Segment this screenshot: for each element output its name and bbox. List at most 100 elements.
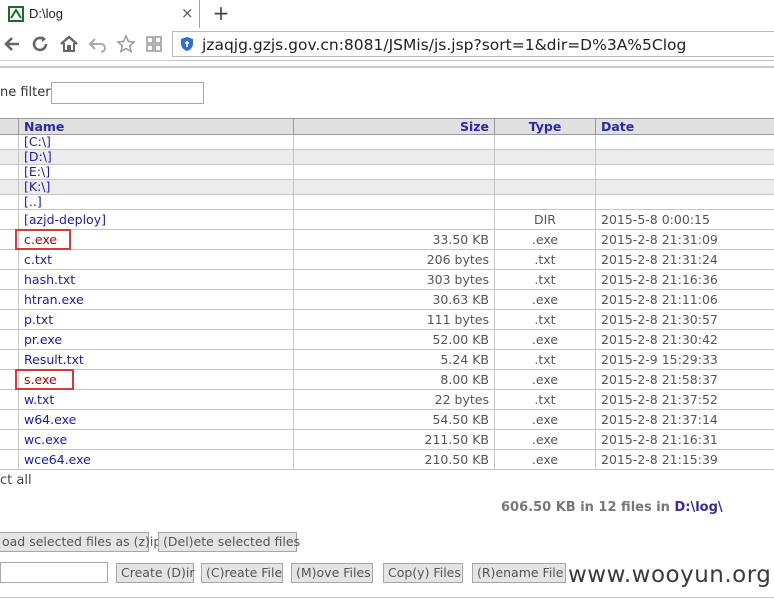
file-type: .txt (494, 309, 596, 330)
file-name-link[interactable]: w.txt (24, 392, 54, 407)
drive-link-e[interactable]: [E:\] (24, 166, 50, 179)
file-date: 2015-2-8 21:15:39 (595, 449, 774, 470)
drive-row: [D:\] (0, 149, 774, 165)
drive-row: [C:\] (0, 134, 774, 150)
file-date: 2015-2-8 21:16:36 (595, 269, 774, 290)
file-size: 211.50 KB (293, 429, 495, 450)
bottom-rule (0, 597, 774, 598)
file-date: 2015-2-8 21:58:37 (595, 369, 774, 390)
download-zip-button[interactable]: oad selected files as (z)ip (0, 532, 161, 552)
file-type: .exe (494, 449, 596, 470)
drive-link-d[interactable]: [D:\] (24, 151, 52, 164)
table-row: s.exe 8.00 KB .exe 2015-2-8 21:58:37 (0, 369, 774, 390)
file-name-link[interactable]: hash.txt (24, 272, 75, 287)
apps-grid-icon[interactable] (143, 33, 165, 55)
parent-dir-link[interactable]: [..] (24, 196, 42, 209)
size-column-header[interactable]: Size (293, 118, 495, 135)
home-icon[interactable] (58, 33, 80, 55)
drive-link-k[interactable]: [K:\] (24, 181, 50, 194)
table-row: hash.txt 303 bytes .txt 2015-2-8 21:16:36 (0, 269, 774, 290)
file-size: 22 bytes (293, 389, 495, 410)
file-manager-favicon-icon (8, 6, 24, 22)
file-size: 303 bytes (293, 269, 495, 290)
file-date: 2015-2-8 21:11:06 (595, 289, 774, 310)
drive-row: [K:\] (0, 179, 774, 195)
address-bar[interactable]: jzaqjg.gzjs.gov.cn:8081/JSMis/js.jsp?sor… (172, 31, 774, 57)
file-date: 2015-2-9 15:29:33 (595, 349, 774, 370)
copy-files-button[interactable]: Cop(y) Files (383, 563, 463, 583)
undo-icon[interactable] (87, 33, 109, 55)
move-files-button[interactable]: (M)ove Files (291, 563, 373, 583)
file-date: 2015-2-8 21:37:52 (595, 389, 774, 410)
file-size: 210.50 KB (293, 449, 495, 470)
file-size: 5.24 KB (293, 349, 495, 370)
file-size: 52.00 KB (293, 329, 495, 350)
file-date: 2015-2-8 21:30:42 (595, 329, 774, 350)
file-date: 2015-2-8 21:30:57 (595, 309, 774, 330)
file-date: 2015-2-8 21:31:09 (595, 229, 774, 250)
file-name-link[interactable]: p.txt (24, 312, 53, 327)
highlight-box-s-exe (15, 369, 74, 390)
file-type: .txt (494, 249, 596, 270)
file-type: .exe (494, 329, 596, 350)
browser-toolbar: jzaqjg.gzjs.gov.cn:8081/JSMis/js.jsp?sor… (0, 28, 774, 61)
drive-row: [..] (0, 194, 774, 210)
type-column-header[interactable]: Type (494, 118, 596, 135)
file-type: DIR (494, 209, 596, 230)
table-row: c.exe 33.50 KB .exe 2015-2-8 21:31:09 (0, 229, 774, 250)
filter-input[interactable] (51, 82, 204, 104)
delete-files-button[interactable]: (Del)ete selected files (158, 532, 300, 552)
table-row: wc.exe 211.50 KB .exe 2015-2-8 21:16:31 (0, 429, 774, 450)
browser-tab[interactable]: D:\log × (0, 0, 200, 28)
file-name-link[interactable]: pr.exe (24, 332, 62, 347)
file-size: 33.50 KB (293, 229, 495, 250)
select-column-header (0, 118, 19, 135)
create-dir-button[interactable]: Create (D)ir (116, 563, 195, 583)
star-bookmark-icon[interactable] (115, 33, 137, 55)
table-row: w.txt 22 bytes .txt 2015-2-8 21:37:52 (0, 389, 774, 410)
file-type: .exe (494, 429, 596, 450)
back-arrow-icon[interactable] (1, 33, 23, 55)
table-row: c.txt 206 bytes .txt 2015-2-8 21:31:24 (0, 249, 774, 270)
file-size: 8.00 KB (293, 369, 495, 390)
table-row: Result.txt 5.24 KB .txt 2015-2-9 15:29:33 (0, 349, 774, 370)
select-all-link[interactable]: ct all (0, 473, 32, 488)
rename-file-button[interactable]: (R)ename File (472, 563, 566, 583)
directory-summary: 606.50 KB in 12 files in D:\log\ (501, 500, 723, 515)
tab-title: D:\log (29, 6, 63, 21)
new-tab-button[interactable]: + (206, 3, 236, 25)
file-type: .exe (494, 409, 596, 430)
file-date: 2015-2-8 21:37:14 (595, 409, 774, 430)
tab-close-icon[interactable]: × (181, 4, 194, 22)
file-name-link[interactable]: w64.exe (24, 412, 76, 427)
highlight-box-c-exe (15, 229, 71, 250)
file-name-link[interactable]: wc.exe (24, 432, 67, 447)
create-file-button[interactable]: (C)reate File (201, 563, 283, 583)
table-row: htran.exe 30.63 KB .exe 2015-2-8 21:11:06 (0, 289, 774, 310)
name-input[interactable] (0, 562, 108, 583)
page-divider (0, 66, 774, 68)
file-size (293, 209, 495, 230)
date-column-header[interactable]: Date (595, 118, 774, 135)
drive-row: [E:\] (0, 164, 774, 180)
file-size: 111 bytes (293, 309, 495, 330)
file-table: Name Size Type Date [C:\] [D:\] [E:\] [K… (0, 118, 774, 470)
table-row: pr.exe 52.00 KB .exe 2015-2-8 21:30:42 (0, 329, 774, 350)
file-type: .exe (494, 369, 596, 390)
file-size: 54.50 KB (293, 409, 495, 430)
summary-text: 606.50 KB in 12 files in (501, 500, 675, 515)
file-name-link[interactable]: c.txt (24, 252, 52, 267)
file-name-link[interactable]: [azjd-deploy] (24, 212, 106, 227)
file-name-link[interactable]: wce64.exe (24, 452, 91, 467)
file-type: .txt (494, 389, 596, 410)
summary-dir: D:\log\ (674, 500, 723, 515)
reload-icon[interactable] (29, 33, 51, 55)
file-date: 2015-2-8 21:16:31 (595, 429, 774, 450)
name-column-header[interactable]: Name (18, 118, 294, 135)
file-name-link[interactable]: htran.exe (24, 292, 84, 307)
drive-link-c[interactable]: [C:\] (24, 136, 51, 149)
file-type: .exe (494, 229, 596, 250)
file-date: 2015-2-8 21:31:24 (595, 249, 774, 270)
table-row: p.txt 111 bytes .txt 2015-2-8 21:30:57 (0, 309, 774, 330)
file-name-link[interactable]: Result.txt (24, 352, 84, 367)
